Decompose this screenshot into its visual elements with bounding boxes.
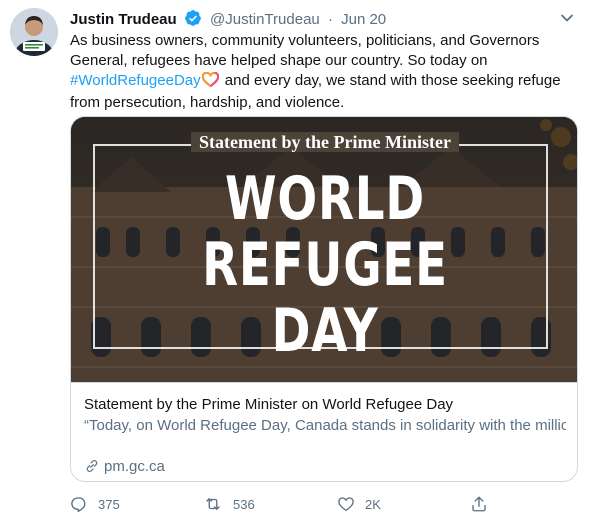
separator: · xyxy=(327,11,333,28)
card-image[interactable]: Statement by the Prime Minister WORLD RE… xyxy=(71,117,577,382)
tweet-text: As business owners, community volunteers… xyxy=(70,31,570,113)
like-count: 2K xyxy=(365,496,381,512)
tweet-date[interactable]: Jun 20 xyxy=(341,11,386,28)
author-handle[interactable]: @JustinTrudeau xyxy=(210,11,320,28)
card-image-word-refugee: REFUGEE xyxy=(202,230,448,300)
share-icon xyxy=(472,496,486,512)
retweet-button[interactable]: 536 xyxy=(203,492,255,516)
card-image-heading: Statement by the Prime Minister xyxy=(71,131,577,153)
avatar[interactable] xyxy=(10,8,58,56)
link-icon xyxy=(86,460,98,472)
link-card[interactable]: Statement by the Prime Minister WORLD RE… xyxy=(70,116,578,482)
card-image-word-world: WORLD xyxy=(224,164,426,234)
card-body[interactable]: Statement by the Prime Minister on World… xyxy=(71,382,577,481)
retweet-icon xyxy=(206,498,220,510)
card-title[interactable]: Statement by the Prime Minister on World… xyxy=(84,395,453,415)
tweet[interactable]: Justin Trudeau @JustinTrudeau · Jun 20 A… xyxy=(0,0,591,521)
card-domain-text: pm.gc.ca xyxy=(104,458,165,475)
tweet-text-part1: As business owners, community volunteers… xyxy=(70,32,540,69)
refugee-heart-emoji-icon xyxy=(201,71,219,93)
tweet-actions: 375 536 2K xyxy=(70,492,570,516)
author-name[interactable]: Justin Trudeau xyxy=(70,11,177,28)
share-button[interactable] xyxy=(470,492,498,516)
tweet-header: Justin Trudeau @JustinTrudeau · Jun 20 xyxy=(70,9,386,33)
card-domain: pm.gc.ca xyxy=(84,457,165,477)
hashtag-link[interactable]: #WorldRefugeeDay xyxy=(70,72,201,89)
like-button[interactable]: 2K xyxy=(337,492,381,516)
reply-count: 375 xyxy=(98,496,120,512)
card-description: “Today, on World Refugee Day, Canada sta… xyxy=(84,417,566,434)
reply-icon xyxy=(71,497,86,513)
verified-badge-icon xyxy=(184,9,202,33)
card-image-word-day: DAY xyxy=(271,296,379,366)
reply-button[interactable]: 375 xyxy=(70,492,120,516)
heart-icon xyxy=(338,497,354,512)
retweet-count: 536 xyxy=(233,496,255,512)
chevron-down-icon[interactable] xyxy=(555,6,579,30)
